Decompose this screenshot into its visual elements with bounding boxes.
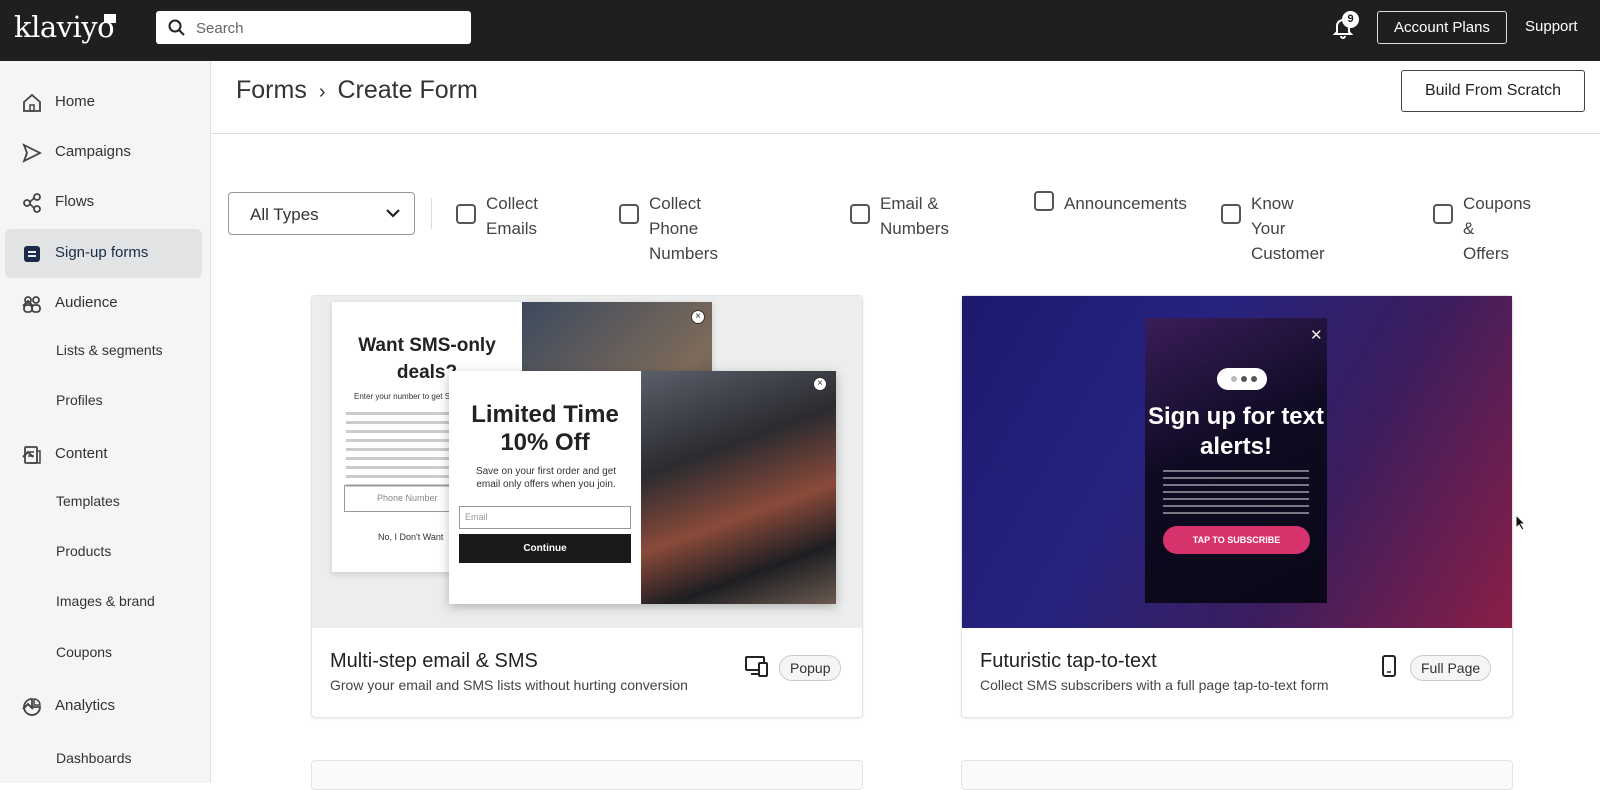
logo-flag-icon xyxy=(104,14,116,23)
sidebar-item-home[interactable]: Home xyxy=(5,78,202,127)
preview-heading: Sign up for text alerts! xyxy=(1148,403,1324,460)
chevron-up-icon[interactable] xyxy=(22,702,34,710)
popup-tag: Popup xyxy=(779,655,842,681)
filter-label: Collect Emails xyxy=(486,194,538,238)
support-link[interactable]: Support xyxy=(1525,18,1578,35)
checkbox[interactable] xyxy=(1034,191,1054,211)
sidebar-item-images-brand[interactable]: Images & brand xyxy=(56,593,155,609)
template-card-futuristic-tap-to-text[interactable]: ✕ Sign up for text alerts! TAP TO SUBSCR… xyxy=(961,295,1513,718)
sidebar: Home Campaigns Flows Sign-up forms Audie… xyxy=(0,61,211,783)
page-header: Forms › Create Form Build From Scratch xyxy=(211,61,1600,134)
breadcrumb-forms[interactable]: Forms xyxy=(236,76,307,104)
form-icon xyxy=(24,246,40,262)
checkbox[interactable] xyxy=(619,204,639,224)
template-preview: ✕ Sign up for text alerts! TAP TO SUBSCR… xyxy=(962,296,1512,628)
sidebar-item-products[interactable]: Products xyxy=(56,543,111,559)
accessories-photo xyxy=(641,371,836,604)
popup-subtext: Save on your first order and get email o… xyxy=(475,466,617,490)
home-icon xyxy=(23,93,41,112)
email-popup-preview: Limited Time 10% Off Save on your first … xyxy=(449,371,836,604)
search-box[interactable] xyxy=(156,11,471,44)
template-card[interactable] xyxy=(961,760,1513,790)
template-card-multi-step[interactable]: Want SMS-only deals? Enter your number t… xyxy=(311,295,863,718)
filter-label: Collect Phone Numbers xyxy=(649,194,718,263)
sidebar-item-content[interactable]: Content xyxy=(5,430,202,479)
card-title: Multi-step email & SMS xyxy=(330,650,538,672)
email-field: Email xyxy=(459,506,631,529)
card-title: Futuristic tap-to-text xyxy=(980,650,1157,672)
sidebar-item-coupons[interactable]: Coupons xyxy=(56,644,112,660)
flow-icon xyxy=(23,193,41,213)
tap-to-text-preview: ✕ Sign up for text alerts! TAP TO SUBSCR… xyxy=(1145,318,1327,603)
sidebar-item-analytics[interactable]: Analytics xyxy=(5,682,202,731)
sidebar-item-dashboards[interactable]: Dashboards xyxy=(56,750,132,766)
type-select-value: All Types xyxy=(250,205,319,224)
sidebar-item-flows[interactable]: Flows xyxy=(5,178,202,227)
checkbox[interactable] xyxy=(1433,204,1453,224)
chevron-down-icon xyxy=(386,209,400,218)
full-page-tag: Full Page xyxy=(1410,655,1492,681)
mouse-cursor-icon xyxy=(1515,514,1527,531)
close-icon: × xyxy=(813,377,827,391)
filter-label: Email & Numbers xyxy=(880,194,949,238)
continue-button: Continue xyxy=(459,534,631,563)
sidebar-item-templates[interactable]: Templates xyxy=(56,493,120,509)
popup-subtext: Enter your number to get S xyxy=(354,392,451,401)
type-select[interactable]: All Types xyxy=(228,192,415,235)
chevron-up-icon[interactable] xyxy=(22,450,34,458)
fine-print xyxy=(346,412,456,493)
card-description: Collect SMS subscribers with a full page… xyxy=(980,677,1329,693)
fine-print xyxy=(1163,470,1309,519)
klaviyo-logo[interactable]: klaviyo xyxy=(14,10,115,44)
build-from-scratch-button[interactable]: Build From Scratch xyxy=(1401,70,1585,112)
phone-field: Phone Number xyxy=(344,485,464,512)
close-icon: ✕ xyxy=(1310,327,1323,344)
sidebar-item-label: Analytics xyxy=(55,697,116,714)
filter-divider xyxy=(431,198,432,229)
search-input[interactable] xyxy=(196,17,456,39)
sidebar-item-label: Audience xyxy=(55,294,118,311)
sidebar-item-label: Flows xyxy=(55,193,95,210)
filter-label: Announcements xyxy=(1064,194,1187,213)
card-description: Grow your email and SMS lists without hu… xyxy=(330,677,688,693)
sidebar-item-profiles[interactable]: Profiles xyxy=(56,392,103,408)
template-preview: Want SMS-only deals? Enter your number t… xyxy=(312,296,862,628)
mobile-icon xyxy=(1382,655,1396,677)
notification-badge: 9 xyxy=(1342,11,1359,28)
breadcrumb-separator: › xyxy=(318,81,326,103)
account-plans-button[interactable]: Account Plans xyxy=(1377,11,1507,44)
checkbox[interactable] xyxy=(456,204,476,224)
sidebar-item-lists-segments[interactable]: Lists & segments xyxy=(56,342,163,358)
sidebar-item-signup-forms[interactable]: Sign-up forms xyxy=(5,229,202,278)
sidebar-item-campaigns[interactable]: Campaigns xyxy=(5,128,202,177)
chat-bubble-icon xyxy=(1217,368,1267,390)
chevron-up-icon[interactable] xyxy=(22,299,34,307)
sidebar-item-label: Campaigns xyxy=(55,143,131,160)
send-icon xyxy=(22,143,42,163)
close-icon: × xyxy=(691,310,705,324)
filter-label: Coupons & Offers xyxy=(1463,194,1532,263)
filter-label: Know Your Customer xyxy=(1251,194,1325,263)
checkbox[interactable] xyxy=(850,204,870,224)
checkbox[interactable] xyxy=(1221,204,1241,224)
sidebar-item-label: Sign-up forms xyxy=(55,244,149,261)
template-card[interactable] xyxy=(311,760,863,790)
breadcrumb: Forms › Create Form xyxy=(236,76,478,105)
tap-to-subscribe-button: TAP TO SUBSCRIBE xyxy=(1163,526,1310,554)
search-icon xyxy=(168,19,185,36)
popup-heading: Limited Time 10% Off xyxy=(471,401,619,456)
sidebar-item-label: Home xyxy=(55,93,96,110)
top-bar: klaviyo 9 Account Plans Support xyxy=(0,0,1600,61)
sidebar-item-audience[interactable]: Audience xyxy=(5,279,202,328)
page-title: Create Form xyxy=(337,76,478,104)
sidebar-item-label: Content xyxy=(55,445,108,462)
desktop-mobile-icon xyxy=(745,656,768,677)
decline-link: No, I Don't Want xyxy=(378,532,444,542)
